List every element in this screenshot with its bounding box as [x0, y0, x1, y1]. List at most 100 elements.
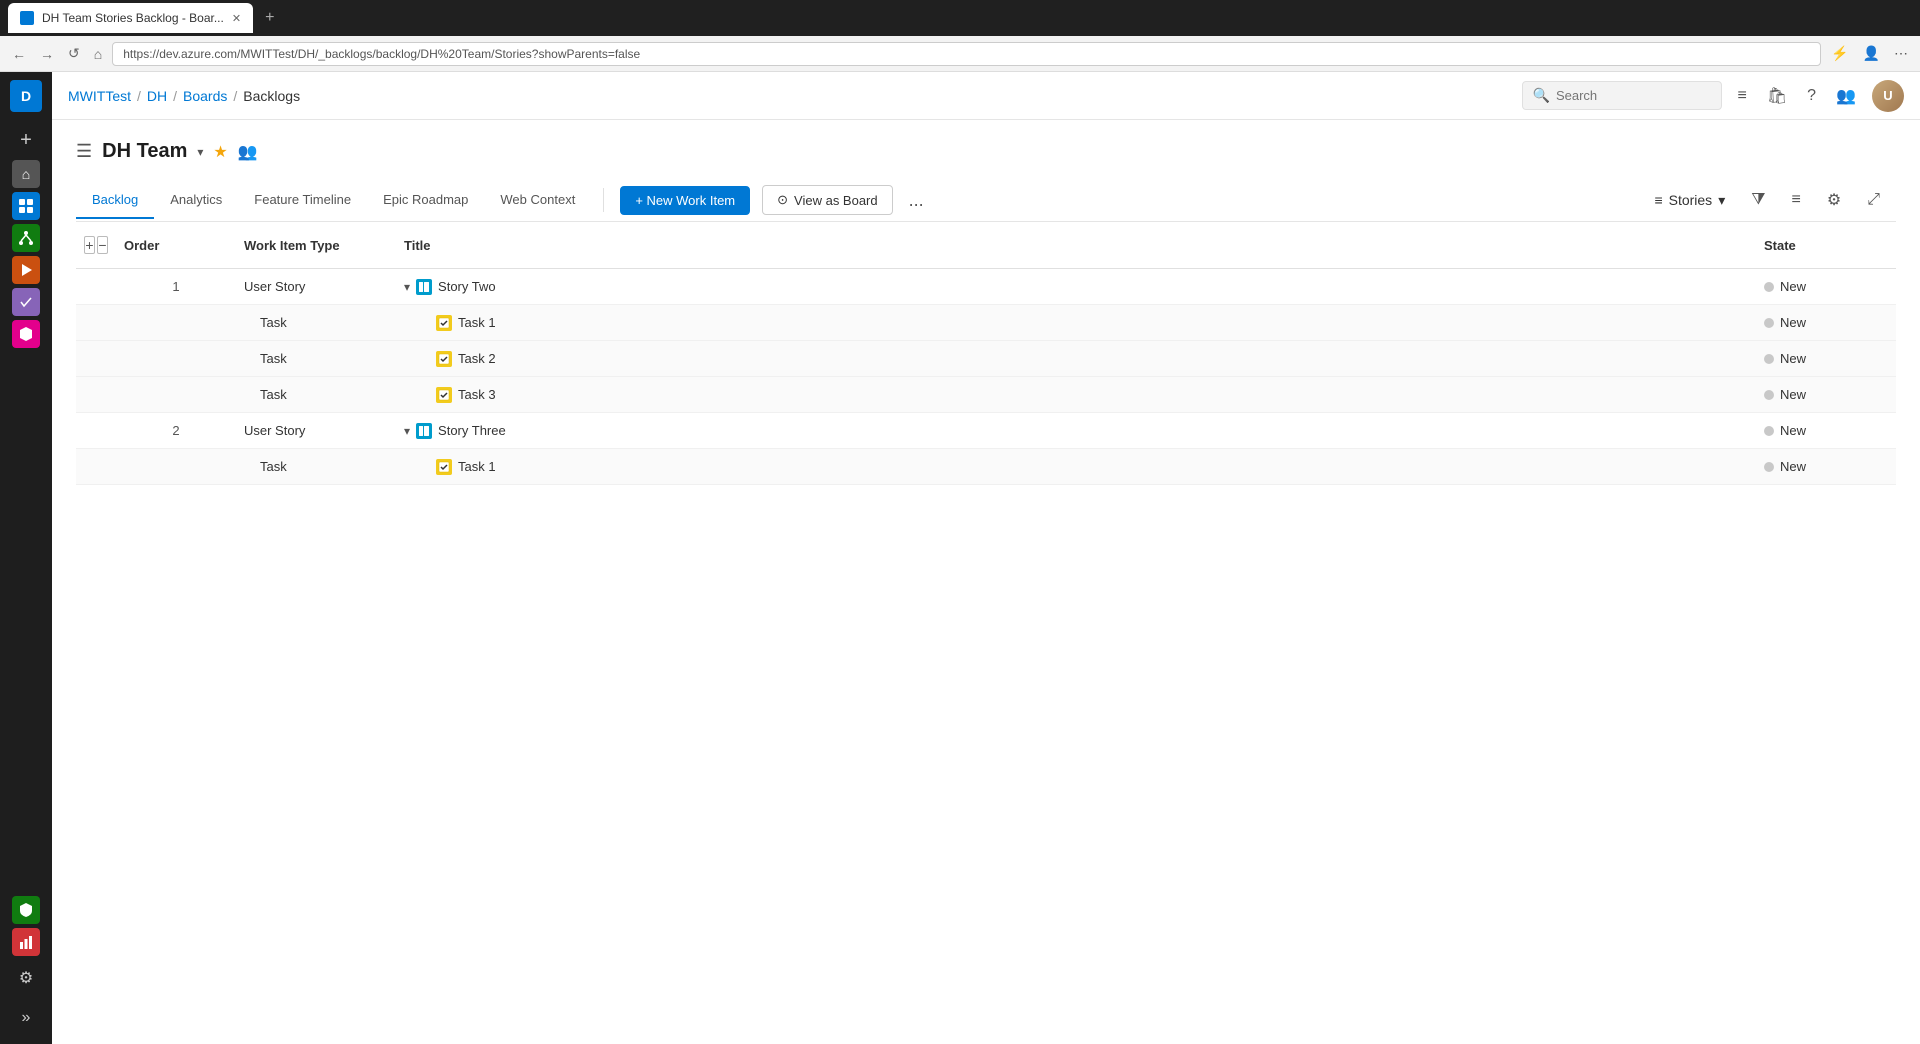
team-dropdown-icon[interactable]: ▾: [197, 145, 203, 159]
profile-icon[interactable]: 👤: [1859, 41, 1884, 66]
col-title-header: Title: [396, 232, 1756, 259]
browser-tab[interactable]: DH Team Stories Backlog - Boar... ✕: [8, 3, 253, 33]
tab-title: DH Team Stories Backlog - Boar...: [42, 11, 224, 25]
group-by-button[interactable]: ≡: [1784, 187, 1809, 213]
sidebar-item-settings[interactable]: ⚙: [10, 962, 42, 994]
filter-button[interactable]: ⧩: [1743, 187, 1773, 213]
breadcrumb-backlogs: Backlogs: [243, 88, 300, 104]
fullscreen-button[interactable]: ⤢: [1859, 187, 1888, 213]
item-title[interactable]: Task 1: [458, 315, 496, 330]
new-tab-button[interactable]: +: [265, 9, 274, 27]
state-dot-icon: [1764, 462, 1774, 472]
tab-divider: [603, 188, 604, 212]
main-area: MWITTest / DH / Boards / Backlogs 🔍 ≡ 🛍 …: [52, 72, 1920, 1044]
sidebar-item-repos[interactable]: [12, 224, 40, 252]
sidebar-item-testplans[interactable]: [12, 288, 40, 316]
nav-forward-button[interactable]: →: [36, 42, 58, 66]
sidebar-item-home[interactable]: ⌂: [12, 160, 40, 188]
user-settings-icon[interactable]: 👥: [1832, 82, 1860, 110]
item-title[interactable]: Story Three: [438, 423, 506, 438]
tab-web-context[interactable]: Web Context: [484, 182, 591, 219]
cell-type: Task: [236, 453, 396, 480]
breadcrumb-sep3: /: [233, 88, 237, 104]
sidebar-item-artifacts[interactable]: [12, 320, 40, 348]
chevron-down-icon[interactable]: ▾: [404, 424, 410, 438]
breadcrumb-org[interactable]: MWITTest: [68, 88, 131, 104]
nav-refresh-button[interactable]: ↺: [64, 41, 84, 66]
col-type-header: Work Item Type: [236, 232, 396, 259]
team-members-icon[interactable]: 👥: [238, 142, 258, 162]
sidebar-item-report[interactable]: [12, 928, 40, 956]
cell-state: New: [1756, 417, 1896, 444]
item-title[interactable]: Task 3: [458, 387, 496, 402]
state-dot-icon: [1764, 426, 1774, 436]
settings-browser-icon[interactable]: ⋯: [1890, 41, 1912, 66]
user-story-icon: [416, 423, 432, 439]
breadcrumb-sep1: /: [137, 88, 141, 104]
cell-title[interactable]: ▾ Story Two: [396, 273, 1756, 301]
view-as-board-button[interactable]: ⊙ View as Board: [762, 185, 893, 215]
tab-backlog[interactable]: Backlog: [76, 182, 154, 219]
search-box[interactable]: 🔍: [1522, 81, 1722, 110]
state-dot-icon: [1764, 318, 1774, 328]
cell-type: Task: [236, 309, 396, 336]
breadcrumb-project[interactable]: DH: [147, 88, 167, 104]
help-icon[interactable]: ?: [1803, 83, 1820, 109]
expand-all-button[interactable]: +: [84, 236, 95, 254]
table-row: 1 User Story ▾ Story Two New: [76, 269, 1896, 305]
cell-title[interactable]: Task 1: [396, 453, 1756, 481]
collapse-all-button[interactable]: −: [97, 236, 108, 254]
nav-back-button[interactable]: ←: [8, 42, 30, 66]
item-title[interactable]: Task 1: [458, 459, 496, 474]
browser-chrome: DH Team Stories Backlog - Boar... ✕ +: [0, 0, 1920, 36]
app-shell: D + ⌂ ⚙ » MWITTest: [0, 72, 1920, 1044]
cell-expand: [76, 317, 116, 329]
cell-title[interactable]: Task 1: [396, 309, 1756, 337]
tab-close-icon[interactable]: ✕: [232, 12, 241, 25]
breadcrumb: MWITTest / DH / Boards / Backlogs: [68, 88, 1514, 104]
page-content: ☰ DH Team ▾ ★ 👥 Backlog Analytics Featur…: [52, 120, 1920, 1044]
cell-type: Task: [236, 381, 396, 408]
tab-epic-roadmap[interactable]: Epic Roadmap: [367, 182, 484, 219]
left-sidebar: D + ⌂ ⚙ »: [0, 72, 52, 1044]
task-icon: [436, 315, 452, 331]
cell-state: New: [1756, 345, 1896, 372]
col-expand-header: + −: [76, 230, 116, 260]
cell-order: 1: [116, 273, 236, 300]
menu-toggle-icon[interactable]: ☰: [76, 141, 92, 162]
tab-analytics[interactable]: Analytics: [154, 182, 238, 219]
more-options-icon[interactable]: ...: [905, 186, 928, 215]
user-avatar[interactable]: U: [1872, 80, 1904, 112]
avatar[interactable]: D: [10, 80, 42, 112]
breadcrumb-boards[interactable]: Boards: [183, 88, 227, 104]
add-project-button[interactable]: +: [10, 124, 42, 156]
item-title[interactable]: Story Two: [438, 279, 496, 294]
cell-title[interactable]: Task 2: [396, 345, 1756, 373]
tab-favicon: [20, 11, 34, 25]
favorite-icon[interactable]: ★: [213, 142, 227, 162]
tab-bar: Backlog Analytics Feature Timeline Epic …: [76, 179, 1896, 222]
sidebar-item-security[interactable]: [12, 896, 40, 924]
extensions-icon[interactable]: ⚡: [1827, 41, 1852, 66]
cell-state: New: [1756, 453, 1896, 480]
notifications-icon[interactable]: ≡: [1734, 83, 1751, 109]
nav-home-button[interactable]: ⌂: [90, 42, 106, 66]
stories-dropdown[interactable]: ≡ Stories ▾: [1646, 188, 1733, 213]
shopping-icon[interactable]: 🛍: [1763, 82, 1791, 110]
browser-nav-bar: ← → ↺ ⌂ ⚡ 👤 ⋯: [0, 36, 1920, 72]
stories-label: Stories: [1669, 192, 1713, 208]
tab-feature-timeline[interactable]: Feature Timeline: [238, 182, 367, 219]
cell-state: New: [1756, 381, 1896, 408]
new-work-item-button[interactable]: + New Work Item: [620, 186, 750, 215]
sidebar-item-boards[interactable]: [12, 192, 40, 220]
address-bar[interactable]: [112, 42, 1821, 66]
task-icon: [436, 459, 452, 475]
sidebar-item-pipelines[interactable]: [12, 256, 40, 284]
cell-title[interactable]: Task 3: [396, 381, 1756, 409]
cell-title[interactable]: ▾ Story Three: [396, 417, 1756, 445]
sidebar-expand-button[interactable]: »: [10, 1002, 42, 1034]
item-title[interactable]: Task 2: [458, 351, 496, 366]
search-input[interactable]: [1556, 88, 1711, 103]
chevron-down-icon[interactable]: ▾: [404, 280, 410, 294]
column-options-button[interactable]: ⚙: [1819, 186, 1849, 214]
